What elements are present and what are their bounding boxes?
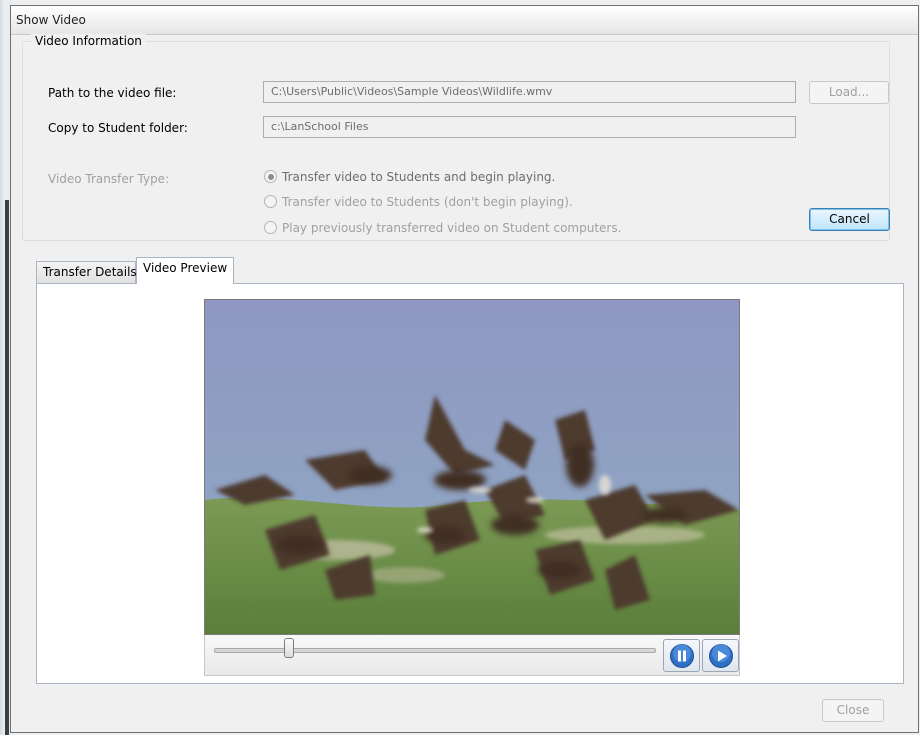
player-controls	[204, 635, 740, 676]
wildlife-video-image	[205, 300, 739, 634]
cancel-button[interactable]: Cancel	[809, 208, 890, 231]
video-frame	[204, 299, 740, 635]
edge-dark-bar	[5, 200, 9, 735]
pause-button[interactable]	[663, 639, 700, 672]
radio-transfer-only[interactable]: Transfer video to Students (don't begin …	[264, 195, 573, 209]
radio-label: Transfer video to Students and begin pla…	[282, 170, 556, 184]
title-bar[interactable]: Show Video	[11, 6, 918, 35]
transfer-type-label: Video Transfer Type:	[48, 172, 170, 186]
radio-empty-icon	[264, 221, 277, 234]
student-folder-field[interactable]: c:\LanSchool Files	[263, 116, 796, 138]
video-information-group	[22, 41, 890, 241]
play-button[interactable]	[702, 639, 739, 672]
video-information-label: Video Information	[31, 34, 146, 48]
pause-icon	[670, 644, 694, 668]
tab-transfer-details[interactable]: Transfer Details	[36, 261, 137, 283]
load-button[interactable]: Load...	[809, 81, 889, 104]
path-label: Path to the video file:	[48, 86, 177, 100]
close-button[interactable]: Close	[822, 699, 884, 722]
radio-empty-icon	[264, 195, 277, 208]
radio-label: Transfer video to Students (don't begin …	[282, 195, 573, 209]
window-title: Show Video	[16, 13, 86, 27]
seek-track[interactable]	[214, 648, 656, 653]
video-path-field[interactable]: C:\Users\Public\Videos\Sample Videos\Wil…	[263, 81, 796, 103]
copy-folder-label: Copy to Student folder:	[48, 121, 188, 135]
radio-selected-icon	[264, 170, 277, 183]
tab-video-preview[interactable]: Video Preview	[136, 257, 234, 284]
play-icon	[709, 644, 733, 668]
radio-play-previous[interactable]: Play previously transferred video on Stu…	[264, 221, 621, 235]
seek-thumb[interactable]	[283, 638, 294, 658]
radio-transfer-and-play[interactable]: Transfer video to Students and begin pla…	[264, 170, 555, 184]
radio-label: Play previously transferred video on Stu…	[282, 221, 622, 235]
